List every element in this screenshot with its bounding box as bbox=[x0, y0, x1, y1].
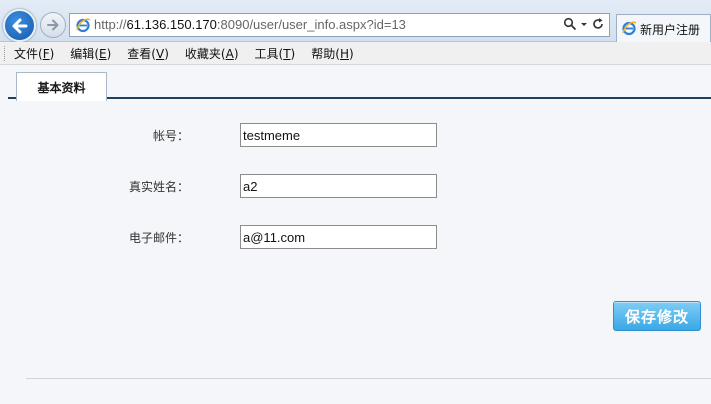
menu-help-label: 帮助 bbox=[311, 46, 336, 61]
refresh-icon[interactable] bbox=[591, 17, 605, 31]
menu-tools[interactable]: 工具(T) bbox=[255, 45, 296, 62]
back-button[interactable] bbox=[3, 9, 36, 42]
form-row-account: 帐号： bbox=[0, 123, 711, 147]
ie-icon bbox=[622, 21, 637, 36]
real-name-label: 真实姓名： bbox=[128, 180, 189, 194]
account-field[interactable] bbox=[240, 123, 437, 147]
back-arrow-icon bbox=[12, 18, 27, 33]
menu-help-key: H bbox=[339, 46, 349, 61]
menu-view-label: 查看 bbox=[127, 46, 152, 61]
save-button[interactable]: 保存修改 bbox=[613, 301, 701, 331]
form-row-email: 电子邮件： bbox=[0, 225, 711, 249]
menu-favorites[interactable]: 收藏夹(A) bbox=[185, 45, 239, 62]
menu-favorites-label: 收藏夹 bbox=[184, 46, 221, 61]
browser-tab[interactable]: 新用户注册 bbox=[616, 14, 711, 42]
form-row-real-name: 真实姓名： bbox=[0, 174, 711, 198]
tab-basic-info[interactable]: 基本资料 bbox=[16, 72, 107, 101]
menu-tools-label: 工具 bbox=[254, 46, 279, 61]
email-field[interactable] bbox=[240, 225, 437, 249]
url-prefix: http:// bbox=[94, 17, 127, 32]
menu-file-label: 文件 bbox=[14, 46, 39, 61]
menu-edit[interactable]: 编辑(E) bbox=[70, 45, 111, 62]
address-tools bbox=[563, 17, 605, 31]
menu-view[interactable]: 查看(V) bbox=[127, 45, 169, 62]
dropdown-icon[interactable] bbox=[580, 17, 588, 31]
menu-tools-key: T bbox=[283, 46, 291, 61]
menu-file[interactable]: 文件(F) bbox=[14, 45, 54, 62]
url-text: http://61.136.150.170:8090/user/user_inf… bbox=[94, 17, 406, 32]
url-host: 61.136.150.170 bbox=[126, 17, 217, 32]
menu-edit-key: E bbox=[99, 46, 107, 61]
account-label: 帐号： bbox=[152, 129, 189, 143]
browser-chrome: http://61.136.150.170:8090/user/user_inf… bbox=[0, 0, 711, 42]
menu-bar: 文件(F) 编辑(E) 查看(V) 收藏夹(A) 工具(T) 帮助(H) bbox=[0, 42, 711, 65]
menu-help[interactable]: 帮助(H) bbox=[311, 45, 353, 62]
menu-edit-label: 编辑 bbox=[70, 46, 95, 61]
page-content: 基本资料 帐号： 真实姓名： 电子邮件： 保存修改 bbox=[0, 65, 711, 404]
ie-icon bbox=[76, 18, 91, 33]
menu-file-key: F bbox=[42, 46, 50, 61]
url-path: :8090/user/user_info.aspx?id=13 bbox=[216, 17, 406, 32]
menu-view-key: V bbox=[155, 46, 165, 61]
search-icon[interactable] bbox=[563, 17, 577, 31]
divider bbox=[26, 378, 711, 379]
address-bar[interactable]: http://61.136.150.170:8090/user/user_inf… bbox=[69, 13, 610, 37]
email-label: 电子邮件： bbox=[128, 231, 189, 245]
forward-button[interactable] bbox=[40, 12, 66, 38]
page-tabstrip: 基本资料 bbox=[8, 70, 711, 101]
menu-favorites-key: A bbox=[225, 46, 234, 61]
tab-title: 新用户注册 bbox=[640, 23, 701, 37]
forward-arrow-icon bbox=[47, 19, 59, 31]
real-name-field[interactable] bbox=[240, 174, 437, 198]
toolbar-grip bbox=[4, 46, 7, 61]
